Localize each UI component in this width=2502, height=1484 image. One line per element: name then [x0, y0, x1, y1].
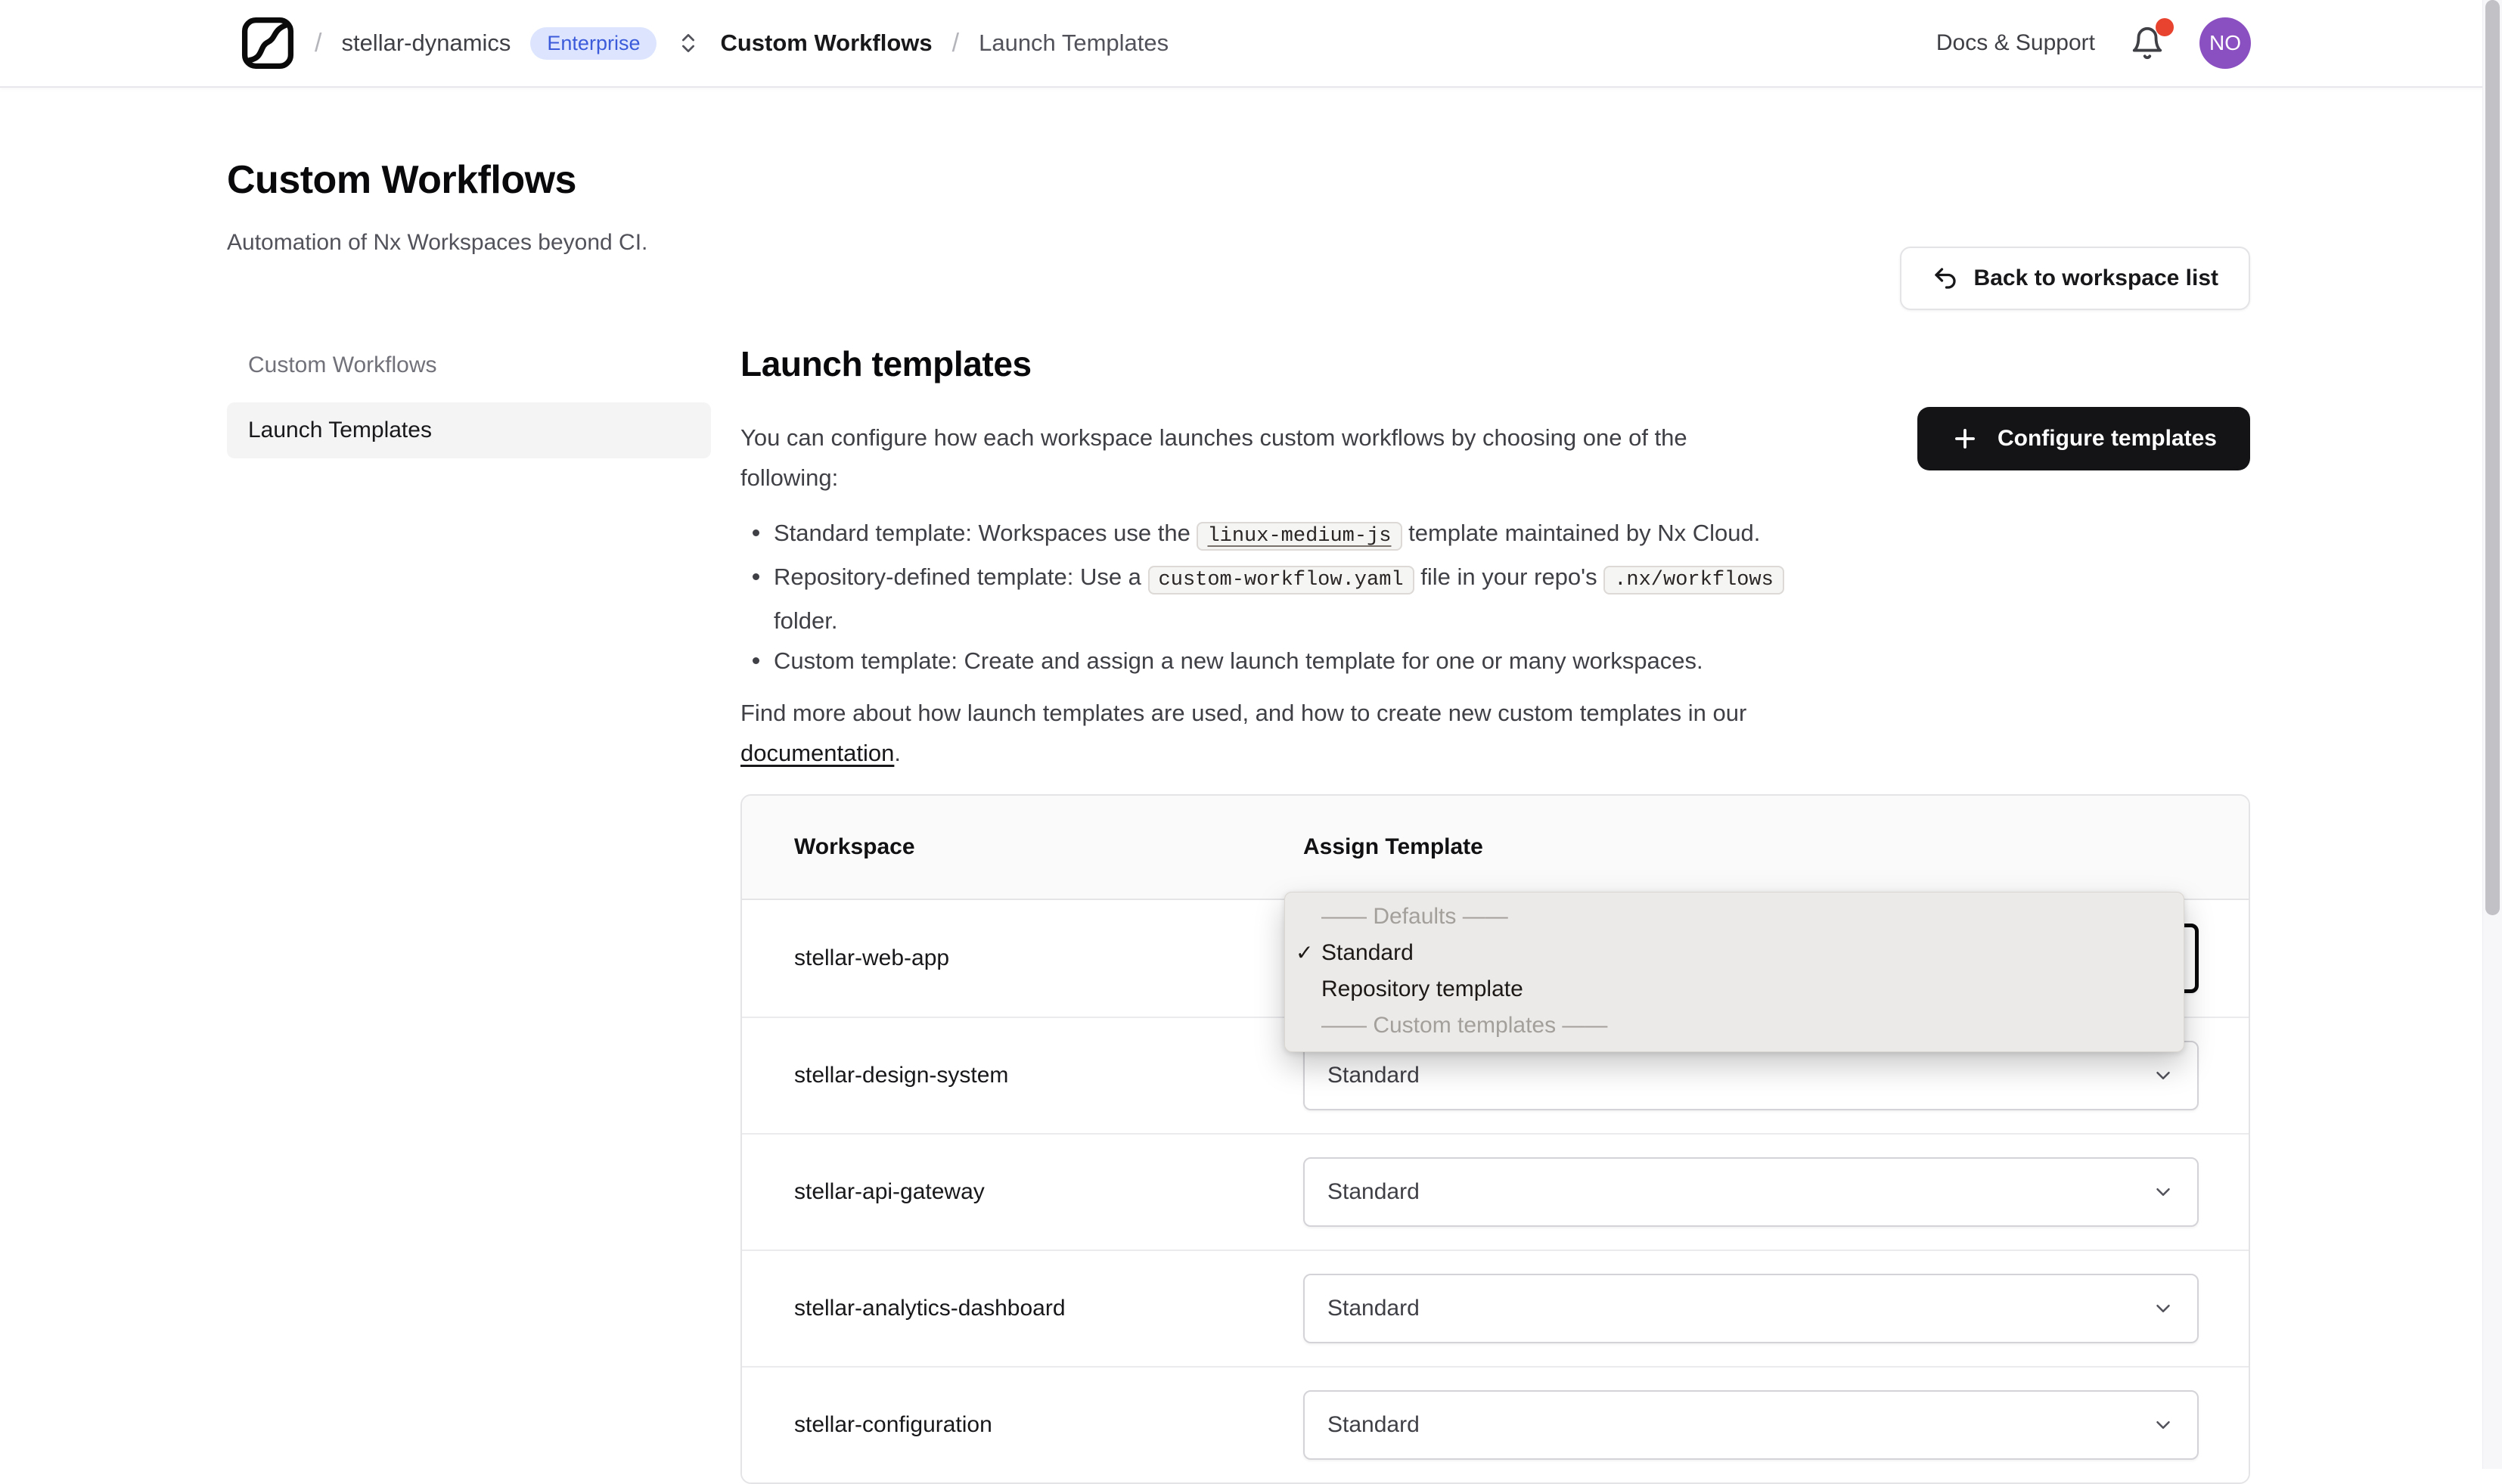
- inline-code: custom-workflow.yaml: [1147, 566, 1414, 595]
- dropdown-option[interactable]: ✓ Standard: [1285, 935, 2184, 971]
- scrollbar-thumb[interactable]: [2485, 0, 2500, 915]
- notifications-button[interactable]: [2130, 18, 2174, 61]
- text-run: You can configure how each workspace lau…: [740, 424, 1687, 451]
- documentation-link[interactable]: documentation: [740, 740, 894, 766]
- selected-template: Standard: [1327, 1063, 1420, 1088]
- table-row: stellar-api-gateway Standard: [742, 1133, 2249, 1250]
- table-row: stellar-analytics-dashboard Standard: [742, 1250, 2249, 1366]
- template-select[interactable]: Standard: [1303, 1274, 2199, 1343]
- page-title: Custom Workflows: [227, 158, 576, 202]
- assign-template-cell: Standard: [1303, 1390, 2199, 1460]
- dropdown-option: —— Custom templates ——: [1321, 1013, 1608, 1038]
- selected-template: Standard: [1327, 1179, 1420, 1204]
- template-dropdown-menu: —— Defaults —— ✓ Standard Repository templa…: [1284, 892, 2184, 1052]
- template-options-list: Standard template: Workspaces use the li…: [740, 513, 2250, 681]
- text-run: Repository-defined template: Use a: [774, 563, 1148, 590]
- docs-paragraph: Find more about how launch templates are…: [740, 693, 2250, 773]
- topbar-actions: Docs & Support NO: [1936, 17, 2251, 69]
- breadcrumb-org[interactable]: stellar-dynamics: [341, 29, 511, 57]
- template-select[interactable]: Standard: [1303, 1390, 2199, 1460]
- dropdown-option[interactable]: Repository template: [1285, 971, 2184, 1007]
- page-header: Custom Workflows Automation of Nx Worksp…: [0, 157, 2502, 310]
- breadcrumb-separator: /: [315, 28, 322, 57]
- selected-template: Standard: [1327, 1412, 1420, 1437]
- text-run: .: [894, 740, 901, 766]
- workspace-name: stellar-web-app: [794, 945, 950, 970]
- text-run: template maintained by Nx Cloud.: [1402, 520, 1761, 546]
- text-run: Standard template: Workspaces use the: [774, 520, 1197, 546]
- template-select[interactable]: Standard: [1303, 1157, 2199, 1227]
- sidebar: Custom Workflows Launch Templates: [227, 337, 711, 458]
- docs-support-link[interactable]: Docs & Support: [1936, 30, 2095, 56]
- breadcrumb-section[interactable]: Custom Workflows: [720, 29, 932, 57]
- avatar[interactable]: NO: [2199, 17, 2251, 69]
- workspace-name: stellar-analytics-dashboard: [794, 1296, 1066, 1321]
- table-row: stellar-configuration Standard: [742, 1366, 2249, 1482]
- chevron-down-icon: [2156, 1072, 2170, 1079]
- column-header-assign-template: Assign Template: [1303, 834, 1483, 859]
- template-option-bullet: Custom template: Create and assign a new…: [740, 641, 2250, 681]
- text-run: following:: [740, 464, 839, 491]
- org-switcher-icon[interactable]: [676, 31, 700, 55]
- nx-cloud-logo-icon[interactable]: [241, 16, 295, 70]
- chevron-down-icon: [2156, 1188, 2170, 1196]
- back-to-workspace-list-button[interactable]: Back to workspace list: [1899, 247, 2250, 310]
- text-run: Find more about how launch templates are…: [740, 700, 1747, 726]
- chevron-down-icon: [2156, 1305, 2170, 1312]
- workspace-table: Workspace Assign Template stellar-web-ap…: [740, 794, 2250, 1484]
- text-run: folder.: [774, 607, 838, 634]
- inline-code: .nx/workflows: [1603, 566, 1784, 595]
- dropdown-option: —— Defaults ——: [1321, 904, 1508, 929]
- main-panel: Launch templates You can configure how e…: [740, 337, 2250, 1484]
- enterprise-badge: Enterprise: [530, 26, 657, 60]
- content: Custom Workflows Launch Templates Launch …: [0, 337, 2502, 1484]
- check-icon: ✓: [1296, 941, 1314, 964]
- configure-templates-button[interactable]: Configure templates: [1917, 407, 2250, 470]
- back-button-label: Back to workspace list: [1973, 265, 2218, 290]
- configure-templates-label: Configure templates: [1997, 426, 2217, 451]
- breadcrumb-page: Launch Templates: [979, 29, 1169, 56]
- workspace-name: stellar-configuration: [794, 1412, 992, 1437]
- table-header: Workspace Assign Template: [742, 796, 2249, 900]
- template-option-bullet: Repository-defined template: Use a custo…: [740, 557, 2250, 641]
- text-run: file in your repo's: [1414, 563, 1604, 590]
- breadcrumb-separator: /: [951, 28, 960, 57]
- column-header-workspace: Workspace: [794, 834, 915, 859]
- assign-template-cell: Standard: [1303, 1274, 2199, 1343]
- notification-dot-icon: [2156, 18, 2174, 36]
- topbar: / stellar-dynamics Enterprise Custom Wor…: [0, 0, 2502, 88]
- text-run: Custom template: Create and assign a new…: [774, 647, 1703, 674]
- workspace-name: stellar-design-system: [794, 1063, 1009, 1088]
- template-option-bullet: Standard template: Workspaces use the li…: [740, 513, 2250, 557]
- chevron-down-icon: [2156, 1421, 2170, 1429]
- sidebar-item-launch-templates[interactable]: Launch Templates: [227, 402, 711, 458]
- breadcrumb: / stellar-dynamics Enterprise Custom Wor…: [241, 16, 1169, 70]
- assign-template-cell: Standard: [1303, 1157, 2199, 1227]
- inline-code: linux-medium-js: [1197, 522, 1402, 551]
- sidebar-item-custom-workflows[interactable]: Custom Workflows: [227, 337, 711, 393]
- scrollbar-track: [2482, 0, 2502, 1469]
- selected-template: Standard: [1327, 1296, 1420, 1321]
- section-title: Launch templates: [740, 344, 1032, 383]
- workspace-name: stellar-api-gateway: [794, 1179, 985, 1204]
